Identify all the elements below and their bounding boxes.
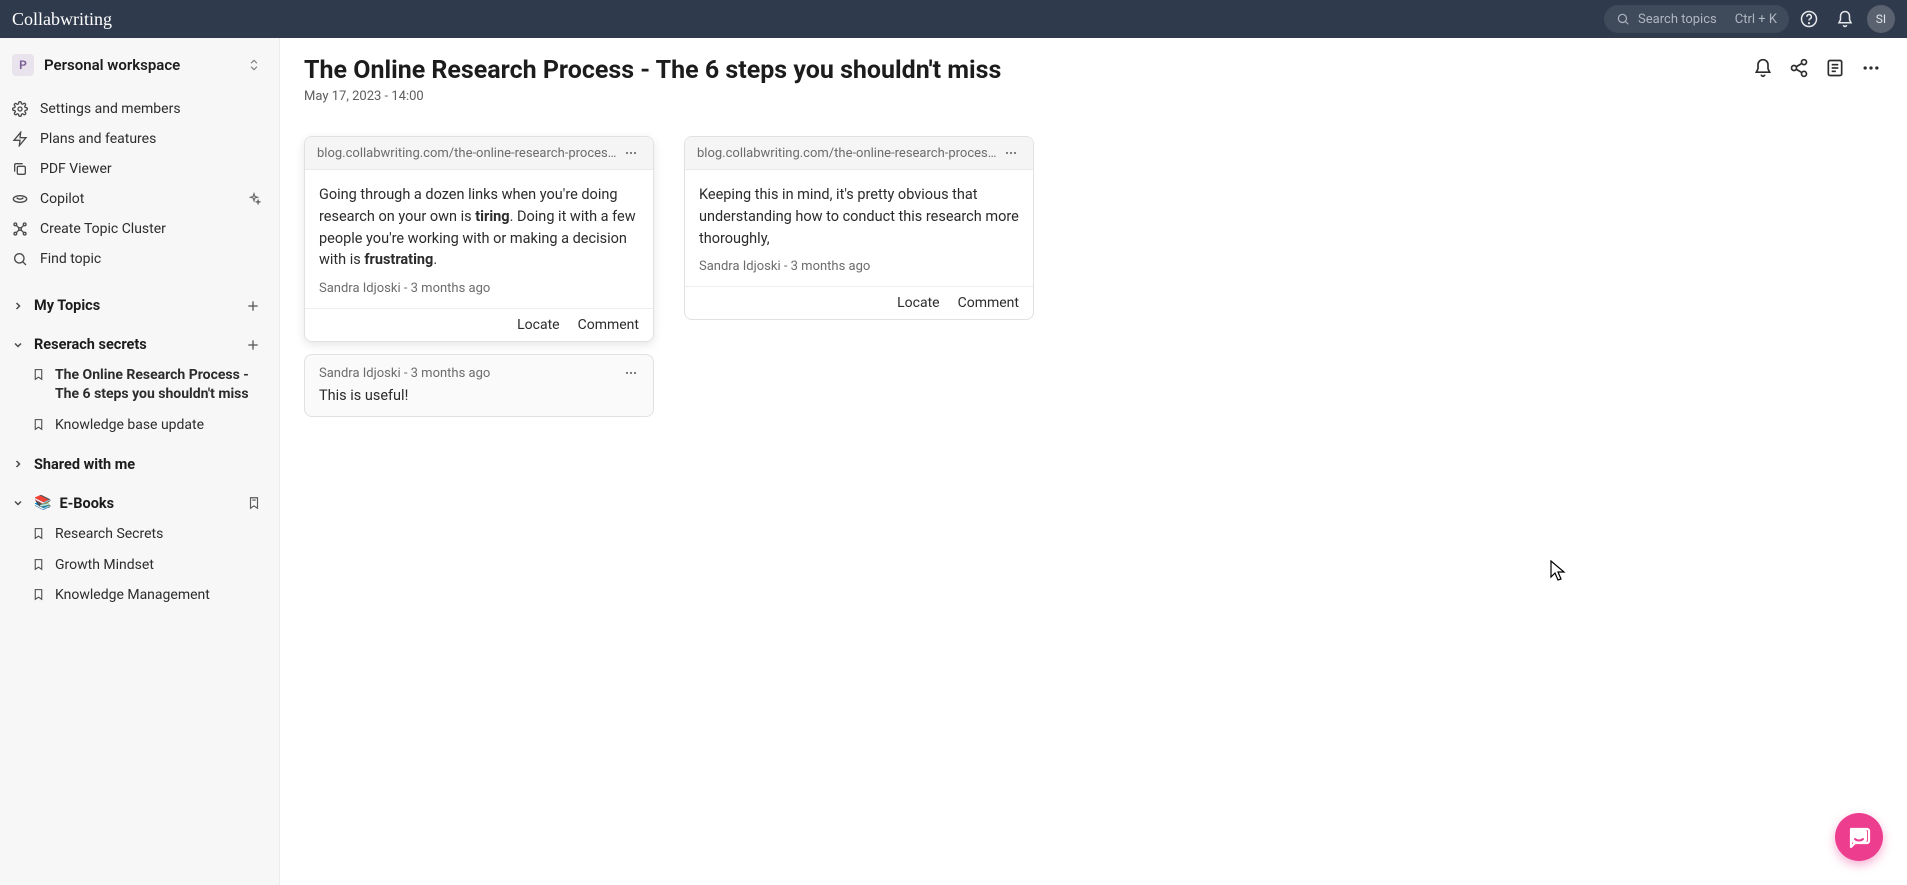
sidebar-item-label: Plans and features <box>40 131 156 147</box>
search-topics[interactable]: Search topics Ctrl + K <box>1604 5 1789 33</box>
card-more-button[interactable] <box>1001 145 1021 161</box>
locate-button[interactable]: Locate <box>897 295 939 311</box>
highlight-card: blog.collabwriting.com/the-online-resear… <box>684 136 1034 320</box>
ebook-label: Growth Mindset <box>55 556 154 575</box>
ebook-label: Knowledge Management <box>55 586 210 605</box>
workspace-badge: P <box>12 54 34 76</box>
reader-icon[interactable] <box>247 496 261 510</box>
workspace-switcher[interactable]: P Personal workspace <box>0 48 279 86</box>
ebook-knowledge-management[interactable]: Knowledge Management <box>0 580 279 611</box>
section-label: My Topics <box>34 297 237 314</box>
sidebar-copilot[interactable]: Copilot <box>0 184 279 214</box>
reader-view-button[interactable] <box>1823 56 1847 80</box>
page-actions <box>1751 56 1883 80</box>
card-more-button[interactable] <box>621 145 641 161</box>
page-date: May 17, 2023 - 14:00 <box>304 89 1001 104</box>
comment-card: Sandra Idjoski - 3 months ago This is us… <box>304 354 654 417</box>
cluster-icon <box>12 221 28 237</box>
comment-author: Sandra Idjoski - 3 months ago <box>319 366 490 381</box>
sidebar-settings[interactable]: Settings and members <box>0 94 279 124</box>
search-placeholder: Search topics <box>1638 12 1717 27</box>
share-button[interactable] <box>1787 56 1811 80</box>
topbar: Collabwriting Search topics Ctrl + K SI <box>0 0 1907 38</box>
card-author: Sandra Idjoski - 3 months ago <box>305 281 653 308</box>
main-content: The Online Research Process - The 6 step… <box>280 38 1907 885</box>
chevron-right-icon <box>12 300 26 312</box>
section-label: Reserach secrets <box>34 336 237 353</box>
comment-more-button[interactable] <box>623 365 639 381</box>
bookmark-icon <box>32 588 45 601</box>
gear-icon <box>12 101 28 117</box>
locate-button[interactable]: Locate <box>517 317 559 333</box>
card-actions: Locate Comment <box>685 286 1033 319</box>
app-logo: Collabwriting <box>12 9 112 30</box>
topic-online-research-process[interactable]: The Online Research Process - The 6 step… <box>0 360 279 410</box>
comment-button[interactable]: Comment <box>958 295 1019 311</box>
card-source-url: blog.collabwriting.com/the-online-resear… <box>317 146 621 161</box>
workspace-name: Personal workspace <box>44 56 247 74</box>
sidebar-plans[interactable]: Plans and features <box>0 124 279 154</box>
card-body: Going through a dozen links when you're … <box>305 170 653 281</box>
bolt-icon <box>12 131 28 147</box>
bookmark-icon <box>32 527 45 540</box>
card-source-url: blog.collabwriting.com/the-online-resear… <box>697 146 1001 161</box>
sparkle-icon <box>247 192 261 206</box>
ebook-growth-mindset[interactable]: Growth Mindset <box>0 550 279 581</box>
topic-knowledge-base-update[interactable]: Knowledge base update <box>0 410 279 441</box>
sidebar-item-label: Copilot <box>40 191 84 207</box>
section-research-secrets[interactable]: Reserach secrets <box>0 329 279 360</box>
card-actions: Locate Comment <box>305 308 653 341</box>
unfold-icon <box>247 58 261 72</box>
search-icon <box>1616 12 1630 26</box>
comment-text: This is useful! <box>319 387 639 404</box>
add-button[interactable] <box>245 337 261 353</box>
sidebar-item-label: PDF Viewer <box>40 161 112 177</box>
section-my-topics[interactable]: My Topics <box>0 290 279 321</box>
help-button[interactable] <box>1793 3 1825 35</box>
notifications-button[interactable] <box>1829 3 1861 35</box>
books-icon: 📚 <box>34 495 51 511</box>
section-label: E-Books <box>59 495 239 512</box>
comment-button[interactable]: Comment <box>578 317 639 333</box>
add-topic-button[interactable] <box>245 298 261 314</box>
page-notifications-button[interactable] <box>1751 56 1775 80</box>
sidebar-cluster[interactable]: Create Topic Cluster <box>0 214 279 244</box>
sidebar-item-label: Find topic <box>40 251 101 267</box>
card-body: Keeping this in mind, it's pretty obviou… <box>685 170 1033 259</box>
card-source[interactable]: blog.collabwriting.com/the-online-resear… <box>685 137 1033 170</box>
user-avatar[interactable]: SI <box>1867 5 1895 33</box>
section-ebooks[interactable]: 📚 E-Books <box>0 488 279 519</box>
ebook-label: Research Secrets <box>55 525 163 544</box>
bookmark-icon <box>32 368 45 381</box>
copilot-icon <box>12 191 28 207</box>
card-source[interactable]: blog.collabwriting.com/the-online-resear… <box>305 137 653 170</box>
search-icon <box>12 251 28 267</box>
sidebar-item-label: Create Topic Cluster <box>40 221 166 237</box>
sidebar-item-label: Settings and members <box>40 101 181 117</box>
section-shared[interactable]: Shared with me <box>0 449 279 480</box>
topic-label: Knowledge base update <box>55 416 204 435</box>
page-header: The Online Research Process - The 6 step… <box>304 56 1883 104</box>
bookmark-icon <box>32 418 45 431</box>
sidebar-find[interactable]: Find topic <box>0 244 279 274</box>
card-author: Sandra Idjoski - 3 months ago <box>685 259 1033 286</box>
page-title: The Online Research Process - The 6 step… <box>304 56 1001 85</box>
comment-meta: Sandra Idjoski - 3 months ago <box>319 365 639 381</box>
more-button[interactable] <box>1859 56 1883 80</box>
ebook-research-secrets[interactable]: Research Secrets <box>0 519 279 550</box>
cursor-icon <box>1550 560 1568 582</box>
sidebar-pdf[interactable]: PDF Viewer <box>0 154 279 184</box>
topic-label: The Online Research Process - The 6 step… <box>55 366 261 404</box>
sidebar: P Personal workspace Settings and member… <box>0 38 280 885</box>
chevron-down-icon <box>12 339 26 351</box>
bookmark-icon <box>32 558 45 571</box>
copy-icon <box>12 161 28 177</box>
chevron-right-icon <box>12 458 26 470</box>
intercom-chat-button[interactable] <box>1835 813 1883 861</box>
search-shortcut: Ctrl + K <box>1735 12 1777 27</box>
section-label: Shared with me <box>34 456 261 473</box>
highlight-card: blog.collabwriting.com/the-online-resear… <box>304 136 654 342</box>
chevron-down-icon <box>12 497 26 509</box>
